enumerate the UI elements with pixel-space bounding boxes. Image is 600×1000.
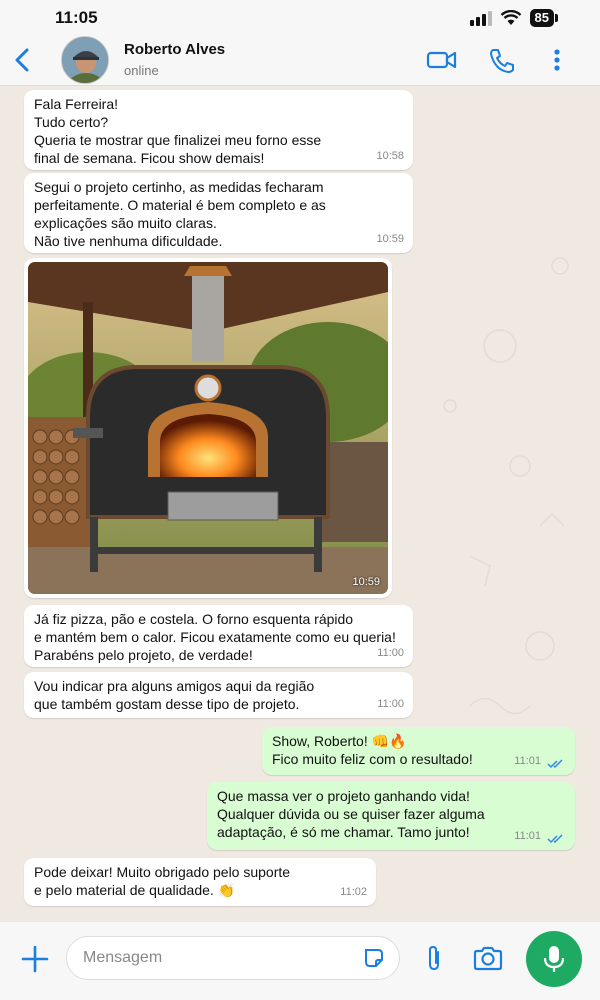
back-button[interactable]: [10, 46, 36, 74]
message-text: Já fiz pizza, pão e costela. O forno esq…: [34, 611, 396, 663]
status-bar: 11:05 85: [0, 0, 600, 34]
battery-icon: 85: [529, 9, 559, 27]
message-incoming[interactable]: Fala Ferreira! Tudo certo? Queria te mos…: [24, 90, 413, 170]
message-text: Vou indicar pra alguns amigos aqui da re…: [34, 678, 315, 712]
message-time: 10:59: [352, 576, 380, 588]
message-time: 11:02: [340, 886, 367, 898]
contact-status: online: [124, 63, 159, 78]
sticker-icon[interactable]: [362, 946, 386, 970]
status-icons: 85: [469, 9, 559, 27]
message-incoming[interactable]: Já fiz pizza, pão e costela. O forno esq…: [24, 605, 413, 667]
microphone-icon: [543, 946, 565, 972]
photo-message[interactable]: 10:59: [24, 258, 392, 598]
message-text: Segui o projeto certinho, as medidas fec…: [34, 179, 326, 249]
message-incoming[interactable]: Segui o projeto certinho, as medidas fec…: [24, 173, 413, 253]
message-outgoing[interactable]: Que massa ver o projeto ganhando vida! Q…: [207, 782, 575, 850]
chat-header: Roberto Alves online: [0, 34, 600, 86]
microphone-button[interactable]: [526, 931, 582, 987]
status-time: 11:05: [55, 8, 98, 27]
wifi-icon: [500, 10, 521, 25]
message-incoming[interactable]: Vou indicar pra alguns amigos aqui da re…: [24, 672, 413, 718]
paperclip-icon[interactable]: [422, 944, 446, 972]
video-call-button[interactable]: [426, 46, 458, 74]
message-time: 11:00: [377, 698, 404, 710]
message-time: 11:00: [377, 647, 404, 659]
input-bar: [0, 922, 600, 1000]
message-time: 10:58: [376, 150, 404, 162]
message-incoming[interactable]: Pode deixar! Muito obrigado pelo suporte…: [24, 858, 376, 906]
message-time: 11:01: [514, 830, 541, 842]
camera-icon[interactable]: [472, 944, 504, 972]
read-receipt-icon: [547, 759, 563, 769]
oven-photo[interactable]: [28, 262, 388, 594]
read-receipt-icon: [547, 834, 563, 844]
message-time: 11:01: [514, 755, 541, 767]
message-outgoing[interactable]: Show, Roberto! 👊🔥 Fico muito feliz com o…: [262, 727, 575, 775]
message-text: Pode deixar! Muito obrigado pelo suporte…: [34, 864, 291, 898]
message-text: Fala Ferreira! Tudo certo? Queria te mos…: [34, 96, 322, 166]
contact-name[interactable]: Roberto Alves: [124, 41, 225, 58]
more-options-button[interactable]: [548, 46, 566, 74]
message-text: Que massa ver o projeto ganhando vida! Q…: [217, 788, 485, 840]
message-time: 10:59: [376, 233, 404, 245]
voice-call-button[interactable]: [487, 46, 517, 74]
message-input[interactable]: [66, 936, 400, 980]
attach-plus-button[interactable]: [20, 944, 50, 974]
chat-area[interactable]: Fala Ferreira! Tudo certo? Queria te mos…: [0, 86, 600, 922]
avatar[interactable]: [61, 36, 109, 84]
signal-icon: [469, 10, 492, 26]
